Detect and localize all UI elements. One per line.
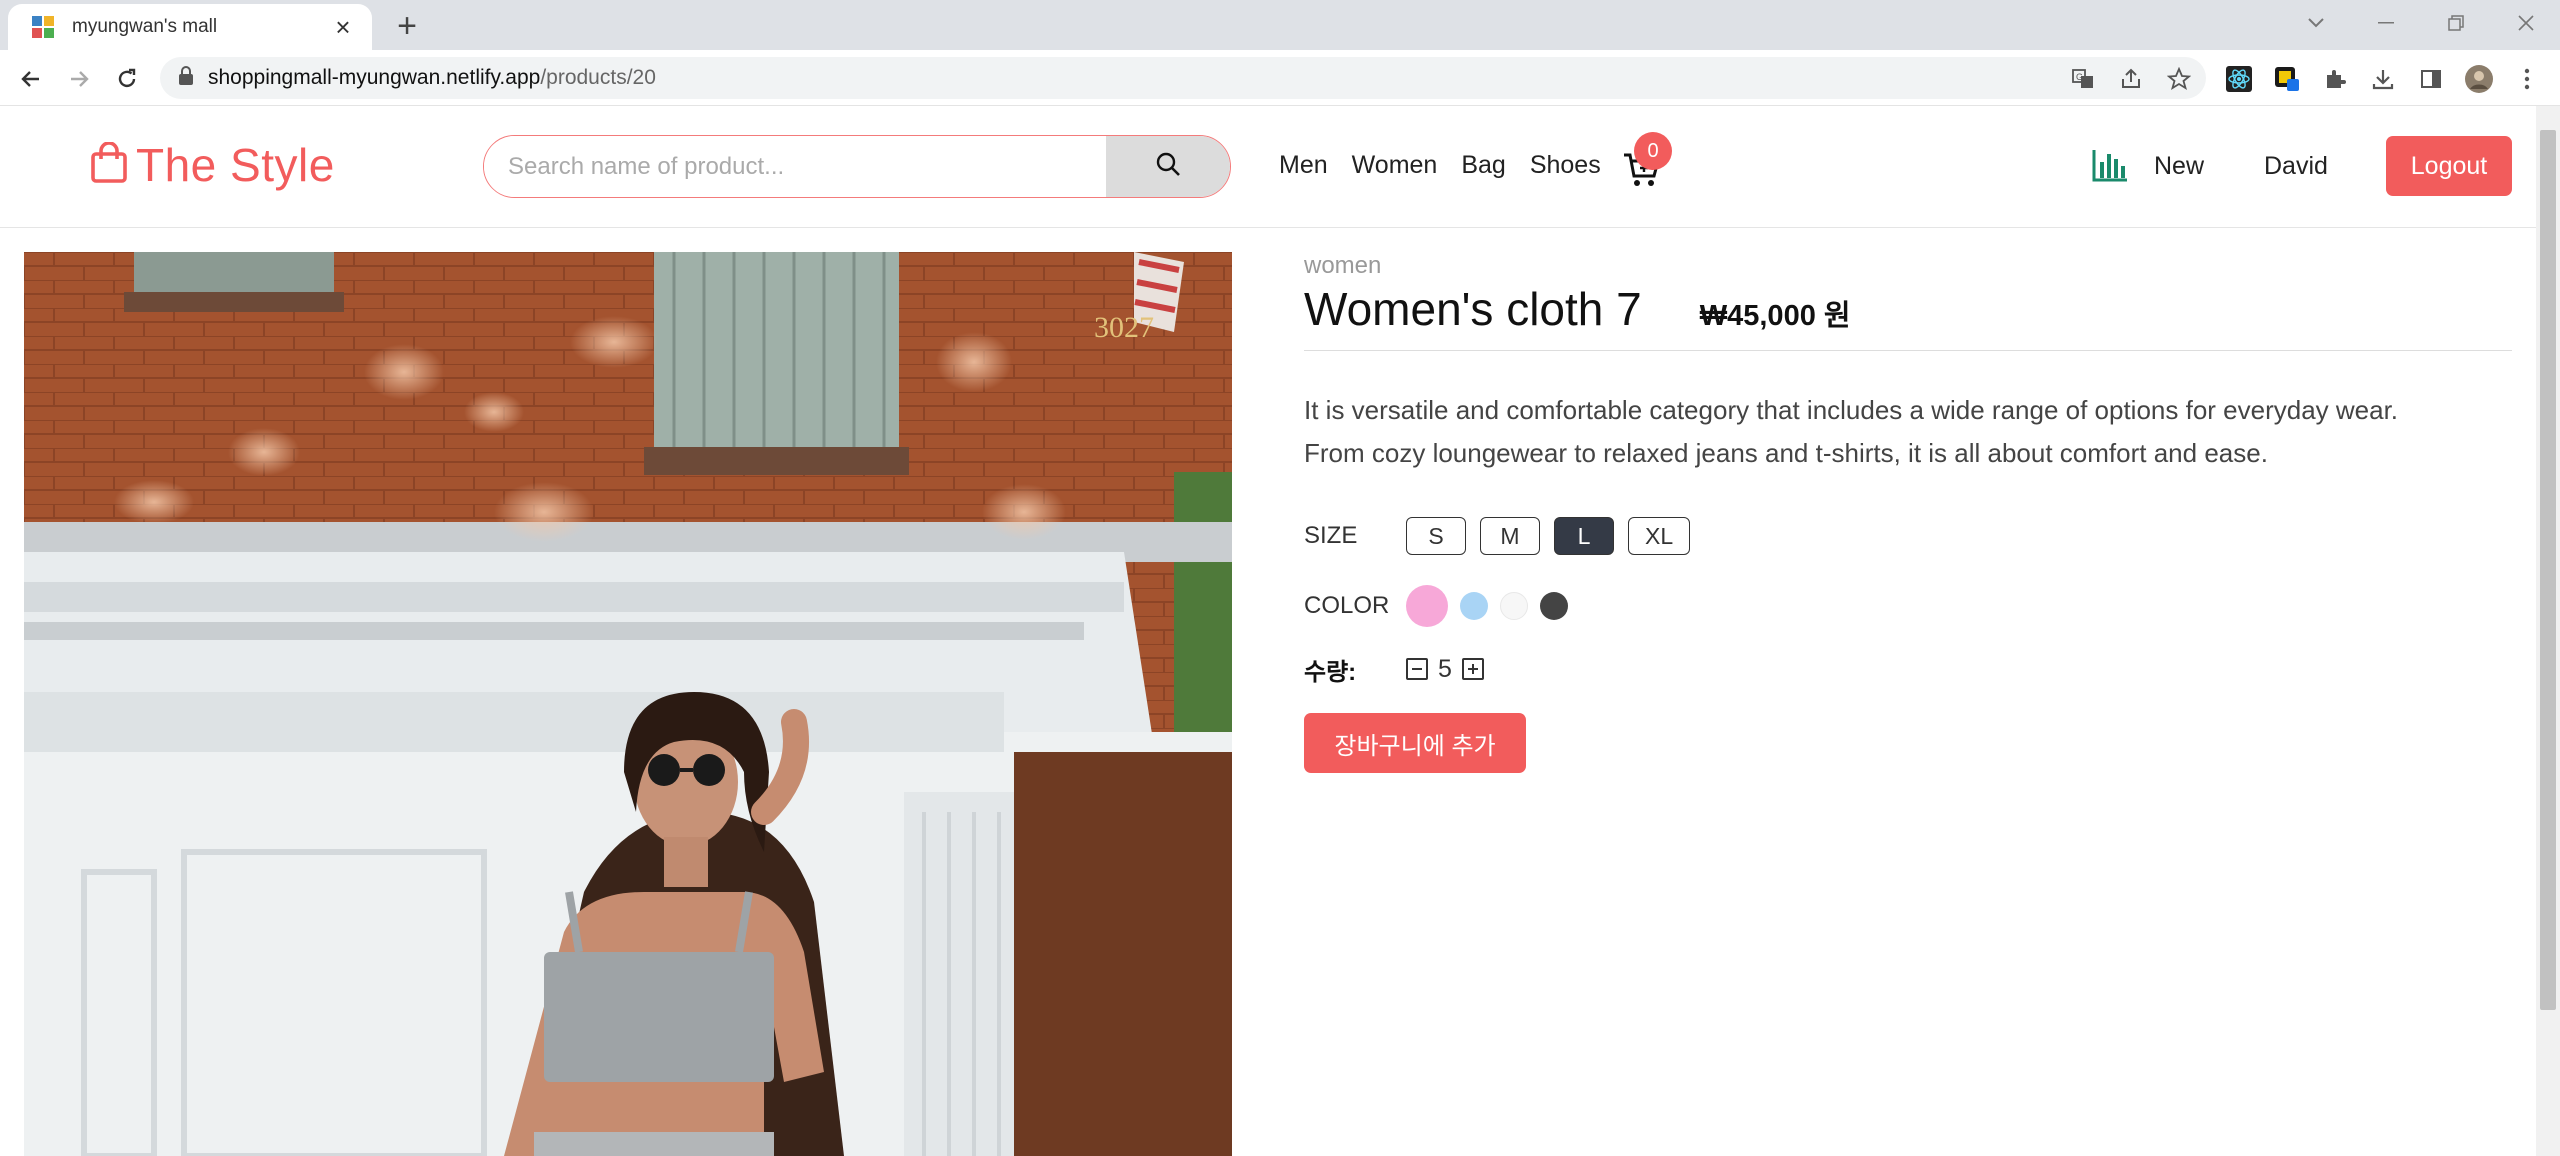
bookmark-star-icon[interactable] bbox=[2162, 62, 2196, 96]
tab-title: myungwan's mall bbox=[72, 16, 218, 37]
react-devtools-icon[interactable] bbox=[2222, 62, 2256, 96]
site-favicon-icon bbox=[32, 16, 54, 38]
nav-link-women[interactable]: Women bbox=[1352, 151, 1438, 180]
search-button[interactable] bbox=[1106, 136, 1230, 197]
description-line-2: From cozy loungewear to relaxed jeans an… bbox=[1304, 438, 2268, 468]
quantity-label: 수량: bbox=[1304, 658, 1357, 686]
product-description: It is versatile and comfortable category… bbox=[1304, 389, 2512, 475]
reload-icon[interactable] bbox=[110, 62, 144, 96]
quantity-stepper: 수량: 5 bbox=[1304, 649, 2512, 689]
size-label: SIZE bbox=[1304, 522, 1358, 549]
tab-close-icon[interactable]: × bbox=[330, 14, 356, 40]
quantity-decrease-icon[interactable] bbox=[1406, 658, 1428, 680]
download-icon[interactable] bbox=[2366, 62, 2400, 96]
svg-text:G: G bbox=[2076, 72, 2083, 82]
url-text: shoppingmall-myungwan.netlify.app/produc… bbox=[208, 66, 656, 89]
size-option-xl[interactable]: XL bbox=[1628, 517, 1691, 555]
nav-link-shoes[interactable]: Shoes bbox=[1530, 151, 1601, 180]
search-bar bbox=[483, 135, 1231, 198]
product-details: women Women's cloth 7 ₩45,000 원 It is ve… bbox=[1304, 252, 2512, 773]
nav-link-bag[interactable]: Bag bbox=[1461, 151, 1505, 180]
color-swatch-light-blue[interactable] bbox=[1460, 592, 1488, 620]
forward-icon[interactable] bbox=[62, 62, 96, 96]
quantity-value: 5 bbox=[1438, 654, 1452, 683]
side-panel-icon[interactable] bbox=[2414, 62, 2448, 96]
description-line-1: It is versatile and comfortable category… bbox=[1304, 395, 2399, 425]
color-swatch-pink[interactable] bbox=[1406, 585, 1448, 627]
color-swatch-white[interactable] bbox=[1500, 592, 1528, 620]
lock-icon bbox=[178, 65, 194, 91]
restore-icon[interactable] bbox=[2436, 6, 2476, 40]
product-name: Women's cloth 7 bbox=[1304, 283, 1642, 335]
back-icon[interactable] bbox=[14, 62, 48, 96]
browser-tab[interactable]: myungwan's mall × bbox=[8, 4, 372, 50]
category-nav: Men Women Bag Shoes bbox=[1279, 151, 1601, 180]
browser-menu-icon[interactable] bbox=[2510, 62, 2544, 96]
shopping-bag-icon bbox=[90, 140, 128, 189]
size-option-l[interactable]: L bbox=[1554, 517, 1614, 555]
minimize-icon[interactable] bbox=[2366, 6, 2406, 40]
color-label: COLOR bbox=[1304, 592, 1390, 619]
bar-chart-icon[interactable] bbox=[2092, 148, 2128, 187]
extensions-puzzle-icon[interactable] bbox=[2318, 62, 2352, 96]
product-category: women bbox=[1304, 252, 1382, 279]
nav-link-men[interactable]: Men bbox=[1279, 151, 1328, 180]
product-price: ₩45,000 원 bbox=[1699, 300, 1851, 332]
browser-tab-bar: myungwan's mall × + bbox=[0, 0, 2560, 50]
site-header: The Style Men Women Bag Shoes 0 New Davi… bbox=[0, 106, 2536, 228]
size-selector: SIZE S M L XL bbox=[1304, 515, 2512, 557]
color-swatch-dark-gray[interactable] bbox=[1540, 592, 1568, 620]
size-option-m[interactable]: M bbox=[1480, 517, 1540, 555]
size-option-s[interactable]: S bbox=[1406, 517, 1466, 555]
profile-avatar-icon[interactable] bbox=[2462, 62, 2496, 96]
logo-text: The Style bbox=[136, 139, 335, 191]
translate-icon[interactable]: G bbox=[2066, 62, 2100, 96]
new-tab-button[interactable]: + bbox=[390, 9, 424, 43]
browser-toolbar: shoppingmall-myungwan.netlify.app/produc… bbox=[0, 50, 2560, 106]
svg-text:3027: 3027 bbox=[1094, 311, 1154, 344]
cart-count-badge: 0 bbox=[1634, 132, 1672, 170]
extension-app-icon[interactable] bbox=[2270, 62, 2304, 96]
user-name-link[interactable]: David bbox=[2264, 152, 2328, 181]
close-window-icon[interactable] bbox=[2506, 6, 2546, 40]
color-selector: COLOR bbox=[1304, 585, 2512, 627]
search-icon bbox=[1155, 151, 1181, 182]
logout-button[interactable]: Logout bbox=[2386, 136, 2512, 196]
address-bar[interactable]: shoppingmall-myungwan.netlify.app/produc… bbox=[160, 57, 2206, 99]
product-image: 3027 bbox=[24, 252, 1232, 1156]
page-scrollbar[interactable] bbox=[2536, 106, 2560, 1156]
search-input[interactable] bbox=[484, 136, 1106, 197]
share-icon[interactable] bbox=[2114, 62, 2148, 96]
product-title-row: Women's cloth 7 ₩45,000 원 bbox=[1304, 282, 2512, 351]
tab-search-icon[interactable] bbox=[2296, 6, 2336, 40]
add-to-cart-button[interactable]: 장바구니에 추가 bbox=[1304, 713, 1526, 773]
site-logo[interactable]: The Style bbox=[90, 138, 335, 192]
quantity-increase-icon[interactable] bbox=[1461, 658, 1484, 680]
new-link[interactable]: New bbox=[2154, 152, 2204, 181]
scrollbar-thumb[interactable] bbox=[2540, 130, 2556, 1010]
